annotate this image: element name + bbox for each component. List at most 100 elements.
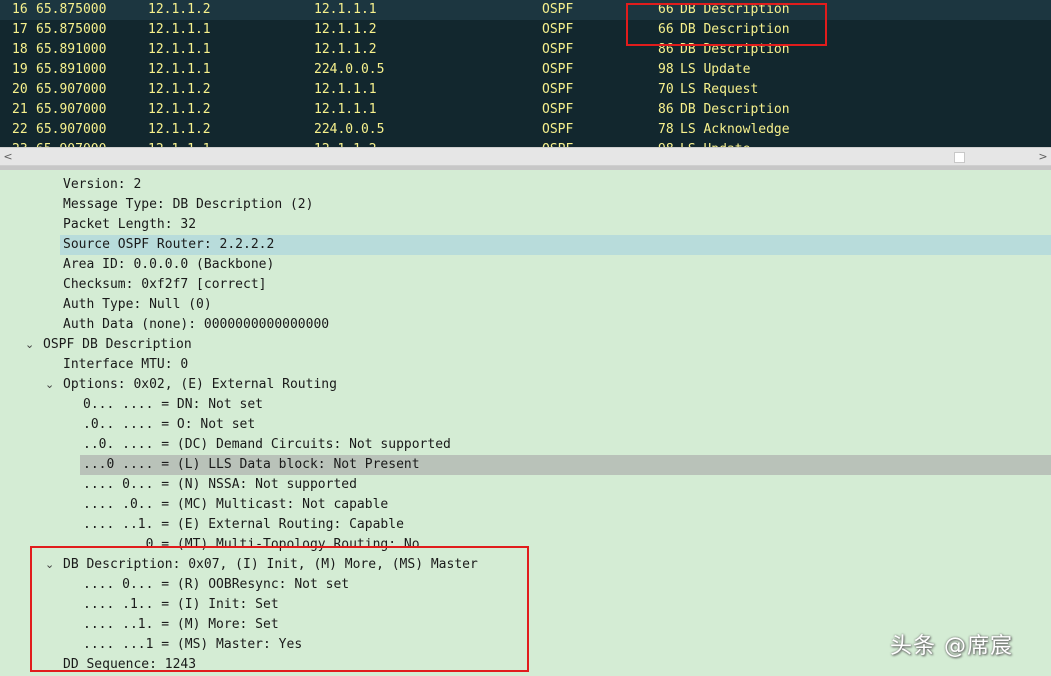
packet-dst: 12.1.1.1 xyxy=(314,102,377,117)
packet-time: 65.875000 xyxy=(36,22,107,37)
detail-row[interactable]: Version: 2 xyxy=(0,175,1051,195)
packet-info: LS Update xyxy=(680,140,750,147)
packet-no: 16 xyxy=(12,2,28,17)
scroll-right-arrow-icon[interactable]: > xyxy=(1035,148,1051,165)
packet-row[interactable]: 17 65.875000 12.1.1.1 12.1.1.2 OSPF 66 DB Desc… xyxy=(0,20,1051,40)
packet-row[interactable]: 22 65.907000 12.1.1.2 224.0.0.5 OSPF 78 LS Ack… xyxy=(0,120,1051,140)
annotation-box-packet-list xyxy=(626,3,827,46)
packet-no: 22 xyxy=(12,122,28,137)
packet-info: DB Description xyxy=(680,102,790,117)
detail-text: 0... .... = DN: Not set xyxy=(83,397,264,412)
packet-time: 65.907000 xyxy=(36,140,106,147)
packet-info: LS Request xyxy=(680,82,759,97)
packet-dst: 224.0.0.5 xyxy=(314,62,385,77)
packet-len: 78 xyxy=(658,122,674,137)
packet-dst: 12.1.1.2 xyxy=(314,22,377,37)
detail-text: Message Type: DB Description (2) xyxy=(63,197,314,212)
packet-row[interactable]: 19 65.891000 12.1.1.1 224.0.0.5 OSPF 98 LS Upd… xyxy=(0,60,1051,80)
detail-text: Version: 2 xyxy=(63,177,142,192)
detail-row[interactable]: ⌄ OSPF DB Description xyxy=(0,335,1051,355)
packet-dst: 12.1.1.1 xyxy=(314,82,377,97)
packet-src: 12.1.1.2 xyxy=(148,2,211,17)
packet-no: 21 xyxy=(12,102,28,117)
packet-row[interactable]: 21 65.907000 12.1.1.2 12.1.1.1 OSPF 86 DB Desc… xyxy=(0,100,1051,120)
packet-len: 98 xyxy=(658,140,674,147)
packet-time: 65.907000 xyxy=(36,82,107,97)
packet-proto: OSPF xyxy=(542,42,574,57)
packet-proto: OSPF xyxy=(542,2,574,17)
packet-row[interactable]: 20 65.907000 12.1.1.2 12.1.1.1 OSPF 70 LS Requ… xyxy=(0,80,1051,100)
packet-dst: 12.1.1.1 xyxy=(314,2,377,17)
detail-row[interactable]: .... ..1. = (E) External Routing: Capabl… xyxy=(0,515,1051,535)
detail-text: Checksum: 0xf2f7 [correct] xyxy=(63,277,267,292)
packet-time: 65.907000 xyxy=(36,122,107,137)
packet-no: 20 xyxy=(12,82,28,97)
detail-text: .0.. .... = O: Not set xyxy=(83,417,256,432)
packet-row[interactable]: 16 65.875000 12.1.1.2 12.1.1.1 OSPF 66 DB Desc… xyxy=(0,0,1051,20)
packet-no: 23 xyxy=(12,140,28,147)
packet-no: 17 xyxy=(12,22,28,37)
packet-len: 98 xyxy=(658,62,674,77)
horizontal-scrollbar[interactable]: < > xyxy=(0,147,1051,166)
packet-dst: 12.1.1.2 xyxy=(314,140,377,147)
packet-src: 12.1.1.2 xyxy=(148,122,211,137)
packet-len: 86 xyxy=(658,102,674,117)
packet-proto: OSPF xyxy=(542,122,574,137)
detail-row[interactable]: 0... .... = DN: Not set xyxy=(0,395,1051,415)
packet-proto: OSPF xyxy=(542,102,574,117)
packet-dst: 12.1.1.2 xyxy=(314,42,377,57)
detail-row[interactable]: ..0. .... = (DC) Demand Circuits: Not su… xyxy=(0,435,1051,455)
detail-text: Area ID: 0.0.0.0 (Backbone) xyxy=(63,257,275,272)
packet-row[interactable]: 18 65.891000 12.1.1.1 12.1.1.2 OSPF 86 DB Desc… xyxy=(0,40,1051,60)
annotation-box-db-description xyxy=(30,546,529,672)
detail-text: Options: 0x02, (E) External Routing xyxy=(63,377,337,392)
packet-src: 12.1.1.2 xyxy=(148,102,211,117)
packet-info: LS Acknowledge xyxy=(680,122,790,137)
packet-src: 12.1.1.1 xyxy=(148,62,211,77)
detail-row[interactable]: ...0 .... = (L) LLS Data block: Not Pres… xyxy=(0,455,1051,475)
packet-proto: OSPF xyxy=(542,62,574,77)
detail-text: OSPF DB Description xyxy=(43,337,192,352)
packet-src: 12.1.1.1 xyxy=(148,22,211,37)
detail-row[interactable]: Checksum: 0xf2f7 [correct] xyxy=(0,275,1051,295)
detail-text: Auth Type: Null (0) xyxy=(63,297,212,312)
detail-row[interactable]: Auth Data (none): 0000000000000000 xyxy=(0,315,1051,335)
packet-dst: 224.0.0.5 xyxy=(314,122,385,137)
packet-time: 65.891000 xyxy=(36,42,107,57)
packet-list: 16 65.875000 12.1.1.2 12.1.1.1 OSPF 66 DB Desc… xyxy=(0,0,1051,147)
detail-row[interactable]: Auth Type: Null (0) xyxy=(0,295,1051,315)
scroll-left-arrow-icon[interactable]: < xyxy=(0,148,16,165)
detail-text: Packet Length: 32 xyxy=(63,217,197,232)
detail-row[interactable]: .0.. .... = O: Not set xyxy=(0,415,1051,435)
packet-no: 19 xyxy=(12,62,28,77)
detail-text: .... ..1. = (E) External Routing: Capabl… xyxy=(83,517,404,532)
packet-time: 65.875000 xyxy=(36,2,107,17)
detail-text: ..0. .... = (DC) Demand Circuits: Not su… xyxy=(83,437,451,452)
packet-info: LS Update xyxy=(680,62,751,77)
packet-proto: OSPF xyxy=(542,22,574,37)
packet-src: 12.1.1.1 xyxy=(148,42,211,57)
scrollbar-thumb[interactable] xyxy=(954,152,965,163)
detail-row[interactable]: .... 0... = (N) NSSA: Not supported xyxy=(0,475,1051,495)
packet-proto: OSPF xyxy=(542,82,574,97)
detail-row[interactable]: Source OSPF Router: 2.2.2.2 xyxy=(0,235,1051,255)
expand-chevron-icon[interactable]: ⌄ xyxy=(45,375,54,395)
detail-text: Auth Data (none): 0000000000000000 xyxy=(63,317,330,332)
expand-chevron-icon[interactable]: ⌄ xyxy=(25,335,34,355)
detail-text: ...0 .... = (L) LLS Data block: Not Pres… xyxy=(83,457,420,472)
detail-row[interactable]: Message Type: DB Description (2) xyxy=(0,195,1051,215)
detail-text: Interface MTU: 0 xyxy=(63,357,189,372)
detail-row[interactable]: ⌄ Options: 0x02, (E) External Routing xyxy=(0,375,1051,395)
detail-text: .... 0... = (N) NSSA: Not supported xyxy=(83,477,357,492)
packet-row[interactable]: 23 65.907000 12.1.1.1 12.1.1.2 OSPF 98 LS Upda… xyxy=(0,140,1051,147)
detail-text: Source OSPF Router: 2.2.2.2 xyxy=(63,237,275,252)
packet-time: 65.907000 xyxy=(36,102,107,117)
detail-row[interactable]: Area ID: 0.0.0.0 (Backbone) xyxy=(0,255,1051,275)
detail-text: .... .0.. = (MC) Multicast: Not capable xyxy=(83,497,389,512)
packet-len: 70 xyxy=(658,82,674,97)
detail-row[interactable]: .... .0.. = (MC) Multicast: Not capable xyxy=(0,495,1051,515)
detail-row[interactable]: Packet Length: 32 xyxy=(0,215,1051,235)
packet-src: 12.1.1.1 xyxy=(148,140,211,147)
detail-row[interactable]: Interface MTU: 0 xyxy=(0,355,1051,375)
packet-proto: OSPF xyxy=(542,140,573,147)
